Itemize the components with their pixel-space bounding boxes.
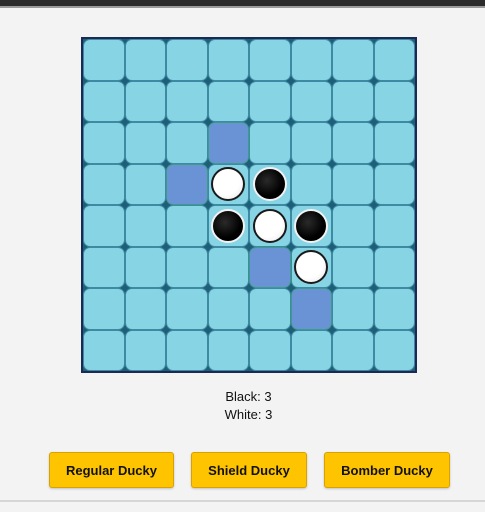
board-cell[interactable] [124,329,166,371]
board-cell[interactable] [83,246,125,288]
board-cell[interactable] [166,246,208,288]
regular-ducky-button[interactable]: Regular Ducky [49,452,174,488]
white-piece [211,167,246,202]
board-cell[interactable] [83,329,125,371]
valid-move-cell[interactable] [290,288,332,330]
board-cell[interactable] [207,80,249,122]
black-piece [252,167,287,202]
board-cell[interactable] [207,246,249,288]
board-cell[interactable] [373,205,415,247]
board-cell[interactable] [332,122,374,164]
bomber-ducky-button[interactable]: Bomber Ducky [324,452,450,488]
board-cell[interactable] [166,39,208,81]
board-cell[interactable] [332,329,374,371]
board-cell[interactable] [332,163,374,205]
board-cell[interactable] [249,122,291,164]
board-cell[interactable] [290,122,332,164]
black-piece [211,208,246,243]
board-cell[interactable] [207,39,249,81]
board-cell[interactable] [249,163,291,205]
board-cell[interactable] [249,288,291,330]
board-cell[interactable] [166,80,208,122]
board-cell[interactable] [207,163,249,205]
board-cell[interactable] [83,122,125,164]
board-cell[interactable] [124,80,166,122]
board-cell[interactable] [83,39,125,81]
board-cell[interactable] [166,329,208,371]
board-cell[interactable] [83,163,125,205]
board-cell[interactable] [83,80,125,122]
board-cell[interactable] [332,288,374,330]
board-cell[interactable] [207,288,249,330]
board-cell[interactable] [124,205,166,247]
white-piece [252,208,287,243]
board-cell[interactable] [249,205,291,247]
board-cell[interactable] [373,80,415,122]
board-cell[interactable] [373,246,415,288]
bottom-divider [0,500,485,502]
board-cell[interactable] [166,288,208,330]
board-cell[interactable] [290,163,332,205]
board-cell[interactable] [373,122,415,164]
board-cell[interactable] [332,39,374,81]
board-cell[interactable] [166,205,208,247]
board-cell[interactable] [83,288,125,330]
black-piece [294,208,329,243]
board-cell[interactable] [83,205,125,247]
board-cell[interactable] [166,122,208,164]
board-cell[interactable] [290,205,332,247]
board-cell[interactable] [124,122,166,164]
game-panel: Black: 3 White: 3 Regular Ducky Shield D… [0,8,485,500]
white-score: White: 3 [224,407,273,422]
board-cell[interactable] [124,246,166,288]
board-cell[interactable] [373,163,415,205]
valid-move-cell[interactable] [166,163,208,205]
board-cell[interactable] [249,329,291,371]
board-cell[interactable] [124,39,166,81]
board-cell[interactable] [207,329,249,371]
board-cell[interactable] [124,163,166,205]
game-board [81,37,417,373]
board-cell[interactable] [332,246,374,288]
board-cell[interactable] [290,80,332,122]
board-cell[interactable] [249,39,291,81]
board-cell[interactable] [332,80,374,122]
black-score: Black: 3 [225,389,272,404]
board-cell[interactable] [332,205,374,247]
white-piece [294,250,329,285]
board-cell[interactable] [249,80,291,122]
shield-ducky-button[interactable]: Shield Ducky [191,452,307,488]
board-cell[interactable] [124,288,166,330]
valid-move-cell[interactable] [249,246,291,288]
board-cell[interactable] [373,329,415,371]
board-cell[interactable] [290,246,332,288]
board-cell[interactable] [207,205,249,247]
valid-move-cell[interactable] [207,122,249,164]
board-cell[interactable] [290,329,332,371]
board-cell[interactable] [290,39,332,81]
board-cell[interactable] [373,288,415,330]
board-cell[interactable] [373,39,415,81]
